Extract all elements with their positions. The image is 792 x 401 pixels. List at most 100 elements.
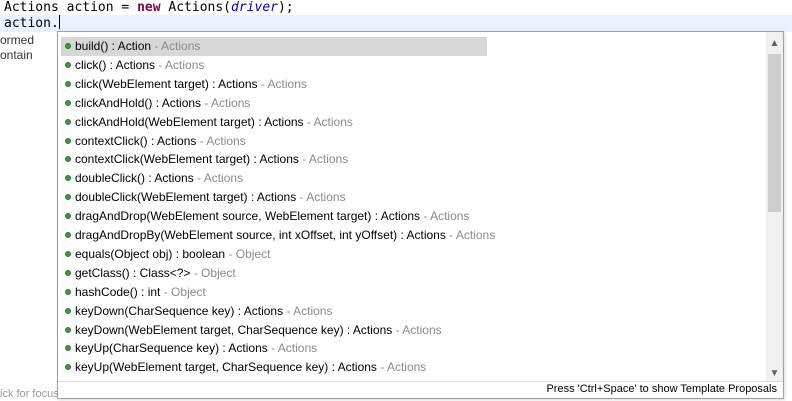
method-signature: dragAndDropBy(WebElement source, int xOf…: [75, 228, 446, 242]
proposal-item[interactable]: keyDown(CharSequence key) : Actions - Ac…: [61, 302, 487, 321]
proposal-scrollbar[interactable]: ▲ ▼: [766, 32, 783, 382]
code-variable: action =: [58, 0, 138, 15]
proposal-item[interactable]: clickAndHold() : Actions - Actions: [61, 94, 487, 113]
proposal-item[interactable]: hashCode() : int - Object: [61, 283, 487, 302]
proposal-item[interactable]: dragAndDrop(WebElement source, WebElemen…: [61, 207, 487, 226]
method-signature: doubleClick() : Actions: [75, 171, 194, 186]
public-method-icon: [65, 213, 71, 220]
proposal-item[interactable]: clickAndHold(WebElement target) : Action…: [61, 113, 487, 132]
public-method-icon: [65, 43, 71, 49]
proposal-item[interactable]: build() : Action - Actions: [61, 37, 487, 56]
proposal-item[interactable]: contextClick(WebElement target) : Action…: [61, 150, 487, 169]
proposal-item[interactable]: click(WebElement target) : Actions - Act…: [61, 75, 487, 94]
declaring-type: - Actions: [193, 171, 244, 186]
text-caret: [58, 15, 60, 29]
proposal-label: doubleClick() : Actions - Actions: [75, 169, 243, 188]
declaring-type: - Object: [225, 246, 271, 261]
proposal-label: dragAndDrop(WebElement source, WebElemen…: [75, 207, 469, 226]
method-signature: click() : Actions: [75, 57, 156, 72]
method-signature: hashCode() : int: [75, 284, 161, 299]
public-method-icon: [65, 61, 71, 68]
code-text: action.: [4, 16, 59, 31]
declaring-type: - Actions: [376, 360, 427, 375]
proposal-item[interactable]: keyDown(WebElement target, CharSequence …: [61, 321, 487, 340]
public-method-icon: [65, 232, 71, 238]
proposal-label: click(WebElement target) : Actions - Act…: [75, 75, 307, 94]
method-signature: clickAndHold() : Actions: [75, 95, 202, 110]
background-text-2: ontain: [0, 48, 33, 62]
proposal-label: contextClick(WebElement target) : Action…: [75, 150, 348, 169]
code-type: Actions: [4, 0, 59, 15]
code-keyword-new: new: [137, 0, 161, 15]
proposal-item[interactable]: doubleClick() : Actions - Actions: [61, 169, 487, 188]
public-method-icon: [65, 364, 71, 371]
proposal-label: clickAndHold() : Actions - Actions: [75, 94, 250, 113]
proposal-label: equals(Object obj) : boolean - Object: [75, 245, 270, 264]
public-method-icon: [65, 307, 71, 314]
declaring-type: - Actions: [298, 152, 349, 167]
proposal-item[interactable]: doubleClick(WebElement target) : Actions…: [61, 188, 487, 207]
public-method-icon: [65, 345, 71, 352]
proposal-item[interactable]: keyUp(WebElement target, CharSequence ke…: [61, 358, 487, 377]
method-signature: doubleClick(WebElement target) : Actions: [75, 190, 297, 205]
method-signature: getClass() : Class<?>: [75, 265, 191, 280]
method-signature: contextClick(WebElement target) : Action…: [75, 152, 299, 167]
declaring-type: - Actions: [420, 209, 470, 224]
proposal-label: keyUp(WebElement target, CharSequence ke…: [75, 358, 426, 377]
background-text-3: ick for focus: [0, 388, 59, 400]
declaring-type: - Actions: [283, 303, 333, 318]
proposal-label: click() : Actions - Actions: [75, 56, 204, 75]
public-method-icon: [65, 156, 71, 163]
declaring-type: - Actions: [257, 76, 307, 91]
proposal-label: clickAndHold(WebElement target) : Action…: [75, 113, 353, 132]
proposal-label: hashCode() : int - Object: [75, 283, 206, 302]
content-assist-popup[interactable]: build() : Action - Actions click() : Acti…: [57, 31, 784, 399]
method-signature: clickAndHold(WebElement target) : Action…: [75, 114, 304, 129]
code-line-1[interactable]: Actions action = new Actions(driver);: [4, 0, 294, 16]
background-text-1: ormed: [0, 33, 35, 47]
code-constructor: Actions(: [160, 0, 232, 15]
code-argument: driver: [231, 0, 278, 15]
declaring-type: - Actions: [445, 228, 496, 242]
proposal-item[interactable]: click() : Actions - Actions: [61, 56, 487, 75]
proposal-item[interactable]: equals(Object obj) : boolean - Object: [61, 245, 487, 264]
declaring-type: - Actions: [296, 190, 346, 205]
proposal-label: build() : Action - Actions: [75, 37, 200, 56]
proposal-item[interactable]: dragAndDropBy(WebElement source, int xOf…: [61, 226, 495, 245]
public-method-icon: [65, 80, 71, 87]
background-panel: [0, 32, 58, 400]
method-signature: click(WebElement target) : Actions: [75, 76, 258, 91]
public-method-icon: [65, 175, 71, 182]
scroll-up-arrow-icon[interactable]: ▲: [766, 35, 783, 52]
proposal-label: dragAndDropBy(WebElement source, int xOf…: [75, 226, 495, 245]
declaring-type: - Actions: [392, 322, 442, 337]
code-line-2-current[interactable]: action.: [0, 15, 792, 32]
proposal-item[interactable]: contextClick() : Actions - Actions: [61, 132, 487, 151]
scrollbar-thumb[interactable]: [768, 54, 781, 212]
template-proposals-hint[interactable]: Press 'Ctrl+Space' to show Template Prop…: [546, 383, 777, 395]
public-method-icon: [65, 194, 71, 201]
public-method-icon: [65, 269, 71, 276]
declaring-type: - Actions: [151, 39, 201, 53]
method-signature: equals(Object obj) : boolean: [75, 246, 226, 261]
declaring-type: - Object: [190, 265, 236, 280]
proposal-label: keyDown(CharSequence key) : Actions - Ac…: [75, 302, 332, 321]
public-method-icon: [65, 288, 71, 295]
proposal-item[interactable]: keyUp(CharSequence key) : Actions - Acti…: [61, 339, 487, 358]
declaring-type: - Actions: [196, 133, 246, 148]
declaring-type: - Actions: [303, 114, 353, 129]
code-line-end: );: [277, 0, 294, 15]
proposal-label: contextClick() : Actions - Actions: [75, 132, 246, 151]
scroll-down-arrow-icon[interactable]: ▼: [766, 365, 783, 382]
method-signature: build() : Action: [75, 39, 152, 53]
public-method-icon: [65, 99, 71, 106]
proposal-item[interactable]: getClass() : Class<?> - Object: [61, 264, 487, 283]
method-signature: keyUp(WebElement target, CharSequence ke…: [75, 360, 377, 375]
method-signature: keyUp(CharSequence key) : Actions: [75, 341, 268, 356]
proposal-label: doubleClick(WebElement target) : Actions…: [75, 188, 346, 207]
method-signature: keyDown(CharSequence key) : Actions: [75, 303, 284, 318]
public-method-icon: [65, 137, 71, 144]
method-signature: dragAndDrop(WebElement source, WebElemen…: [75, 209, 421, 224]
proposal-list[interactable]: build() : Action - Actions click() : Acti…: [58, 32, 768, 382]
proposal-label: getClass() : Class<?> - Object: [75, 264, 236, 283]
